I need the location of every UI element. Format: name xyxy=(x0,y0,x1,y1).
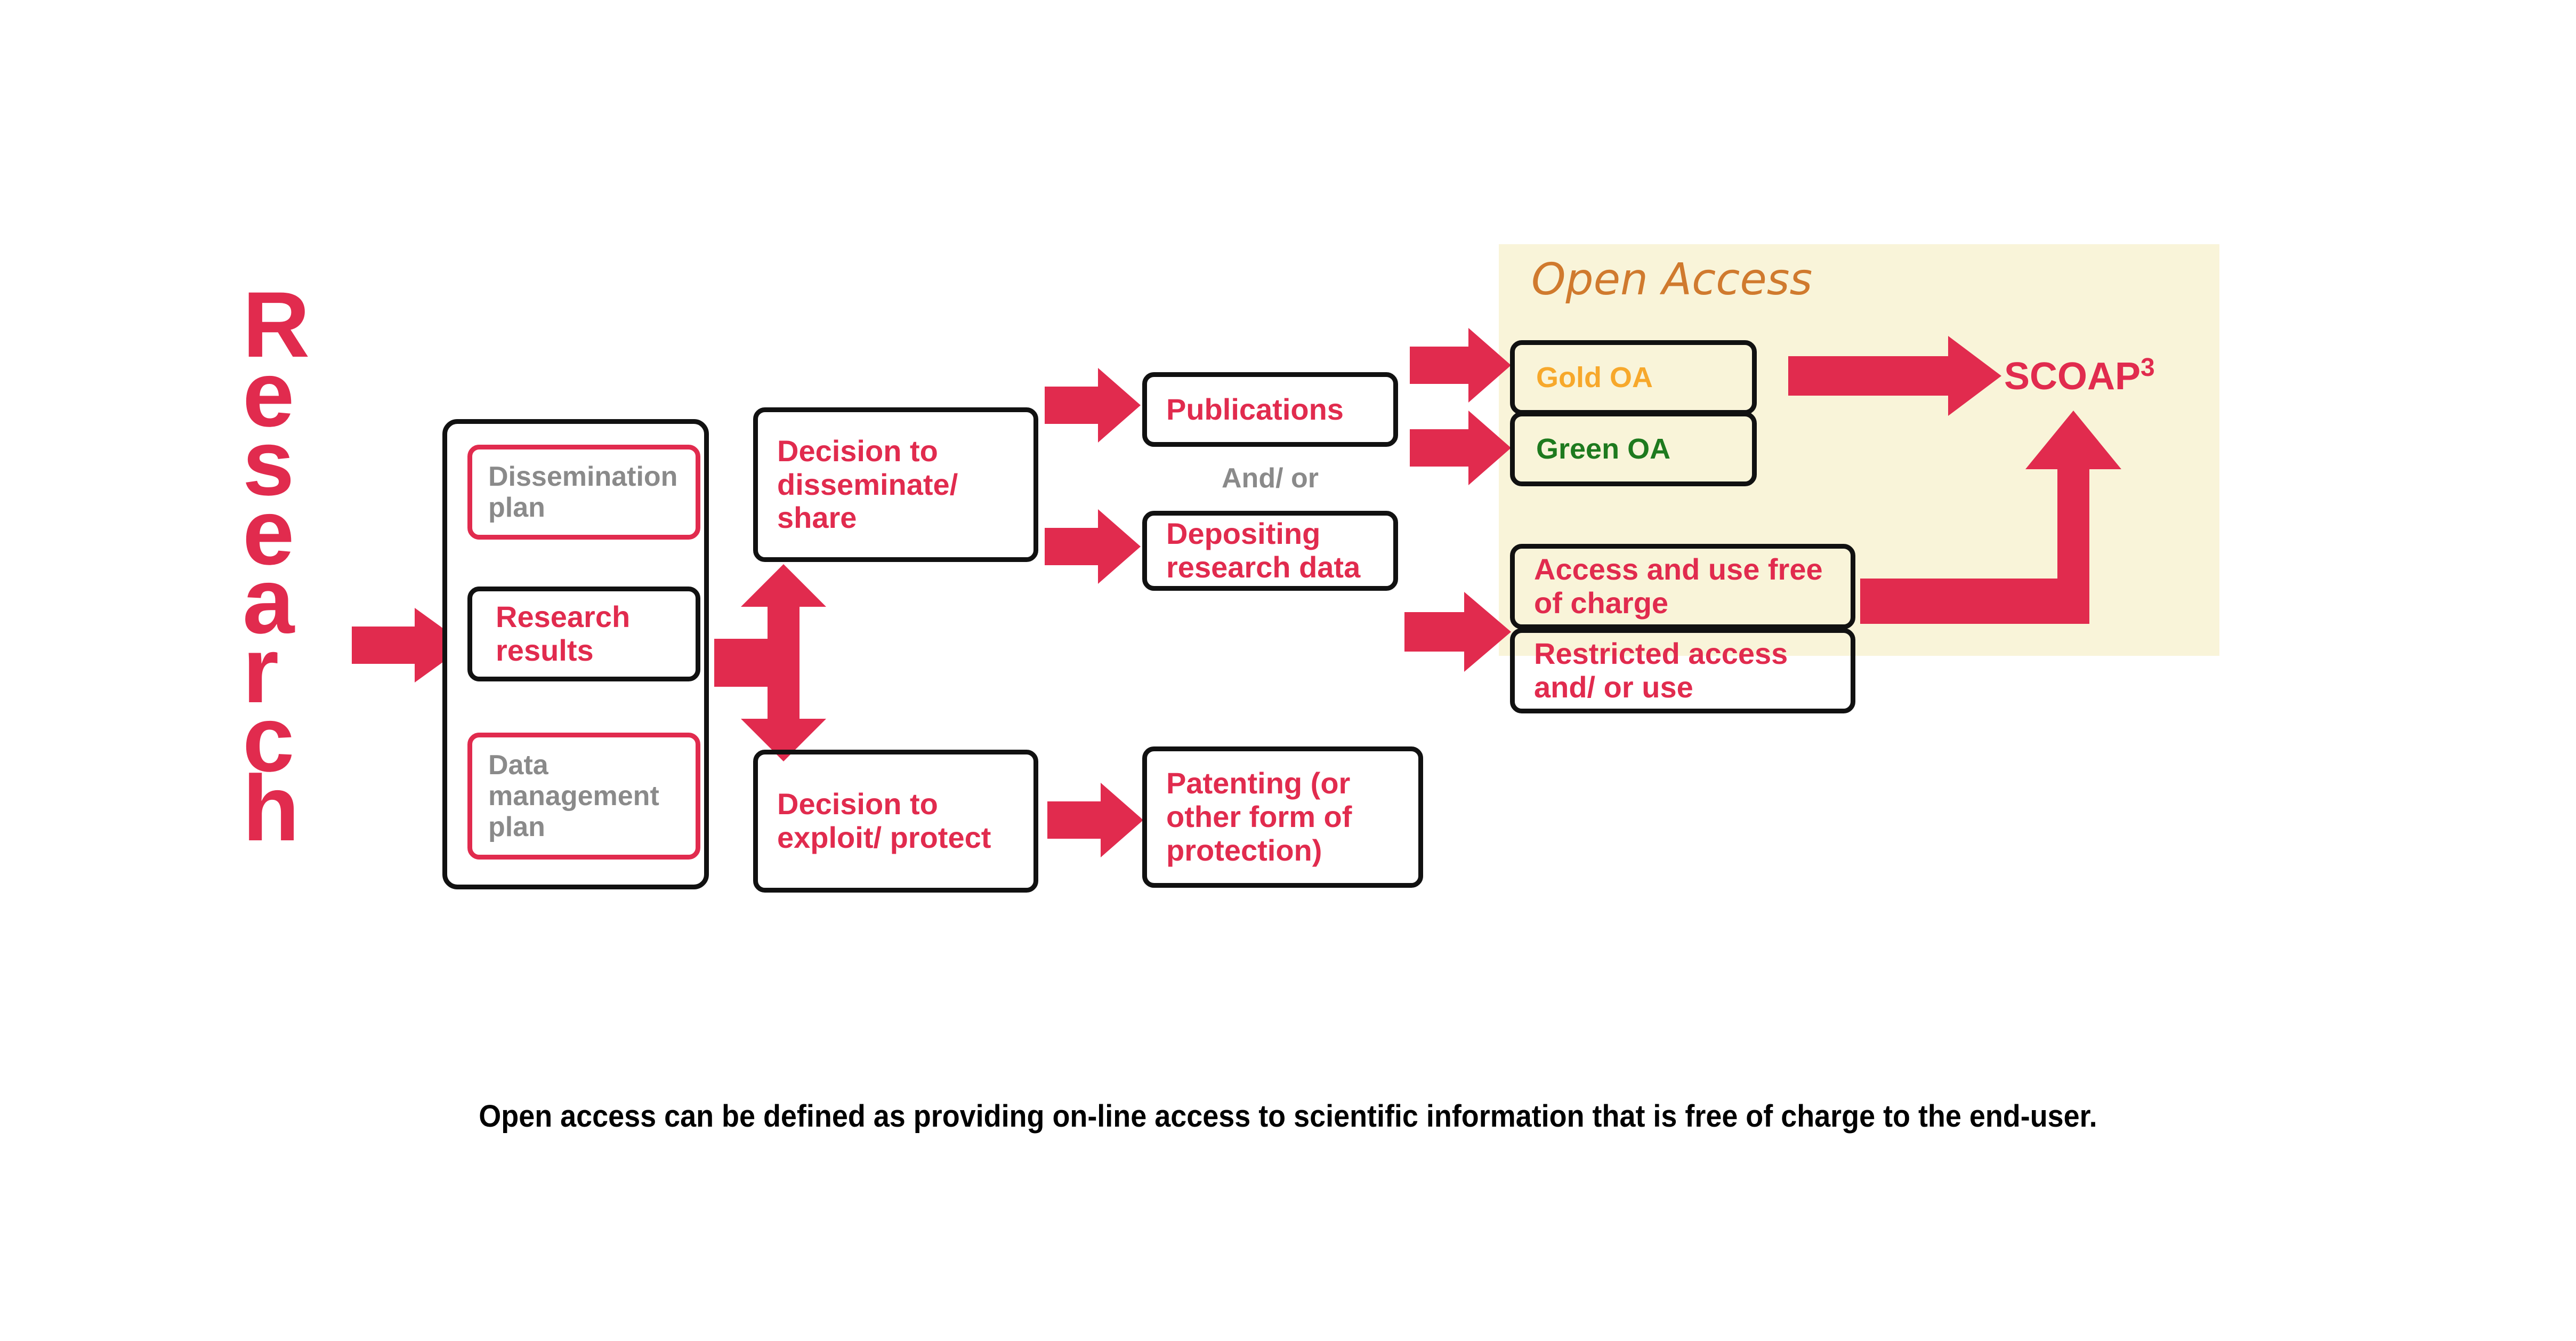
arrow-gold-oa-to-scoap xyxy=(1788,336,2001,416)
gold-oa-box[interactable]: Gold OA xyxy=(1510,340,1757,415)
arrow-exploit-to-patenting xyxy=(1047,783,1143,857)
restricted-access-box[interactable]: Restricted access and/ or use xyxy=(1510,628,1855,713)
decision-exploit-label: Decision to exploit/ protect xyxy=(777,787,991,854)
dissemination-plan-label: Dissemination plan xyxy=(488,461,678,523)
scoap3-label: SCOAP3 xyxy=(2004,341,2228,398)
green-oa-box[interactable]: Green OA xyxy=(1510,412,1757,486)
green-oa-label: Green OA xyxy=(1536,432,1671,465)
data-management-plan-label: Data management plan xyxy=(488,749,659,843)
research-results-label: Research results xyxy=(496,600,631,667)
publications-box[interactable]: Publications xyxy=(1142,372,1398,447)
research-results-box[interactable]: Research results xyxy=(467,587,700,681)
scoap3-text: SCOAP xyxy=(2004,355,2141,398)
publications-label: Publications xyxy=(1166,392,1344,426)
dissemination-plan-box[interactable]: Dissemination plan xyxy=(467,445,700,540)
restricted-access-label: Restricted access and/ or use xyxy=(1534,637,1788,704)
arrow-disseminate-to-depositing xyxy=(1045,509,1141,584)
gold-oa-label: Gold OA xyxy=(1536,361,1653,394)
diagram-canvas: Open Access R e s e a r c h Disseminatio… xyxy=(0,0,2576,1341)
decision-exploit-box[interactable]: Decision to exploit/ protect xyxy=(753,750,1038,893)
decision-disseminate-box[interactable]: Decision to disseminate/ share xyxy=(753,407,1038,562)
arrow-publications-to-green-oa xyxy=(1410,411,1511,485)
scoap3-superscript: 3 xyxy=(2141,354,2155,382)
decision-disseminate-label: Decision to disseminate/ share xyxy=(777,433,958,535)
arrow-results-to-exploit xyxy=(714,655,826,761)
data-management-plan-box[interactable]: Data management plan xyxy=(467,733,700,860)
depositing-research-data-label: Depositing research data xyxy=(1166,517,1361,584)
access-free-of-charge-box[interactable]: Access and use free of charge xyxy=(1510,544,1855,629)
access-free-of-charge-label: Access and use free of charge xyxy=(1534,552,1823,620)
arrow-access-free-to-scoap xyxy=(1860,411,2127,624)
arrow-depositing-to-access xyxy=(1404,592,1511,672)
caption-text: Open access can be defined as providing … xyxy=(479,1099,2097,1134)
and-or-label: And/ or xyxy=(1222,463,1319,494)
patenting-box[interactable]: Patenting (or other form of protection) xyxy=(1142,746,1423,888)
open-access-title: Open Access xyxy=(1531,254,1813,305)
research-letter: h xyxy=(243,756,300,861)
research-label: R e s e a r c h xyxy=(243,278,365,994)
arrow-disseminate-to-publications xyxy=(1045,368,1141,443)
patenting-label: Patenting (or other form of protection) xyxy=(1166,766,1352,867)
depositing-research-data-box[interactable]: Depositing research data xyxy=(1142,511,1398,591)
arrow-publications-to-gold-oa xyxy=(1410,328,1511,403)
